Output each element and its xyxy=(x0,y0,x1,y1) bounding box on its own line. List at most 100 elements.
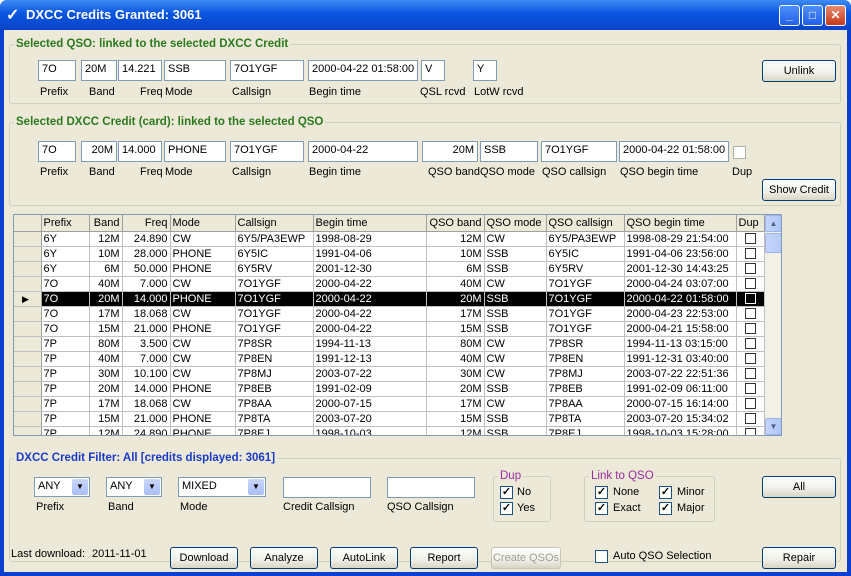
table-cell[interactable]: PHONE xyxy=(170,321,236,337)
table-cell[interactable]: 20M xyxy=(89,291,123,307)
qso-freq-field[interactable]: 14.221 xyxy=(118,60,162,81)
filter-band-select[interactable]: ANY ▼ xyxy=(106,477,162,497)
dup-cell[interactable] xyxy=(736,351,765,367)
dup-checkbox[interactable] xyxy=(744,308,756,320)
table-cell[interactable]: 6Y xyxy=(41,231,90,247)
table-cell[interactable]: 7P xyxy=(41,381,90,397)
table-cell[interactable]: 2000-04-22 xyxy=(313,306,427,322)
show-credit-button[interactable]: Show Credit xyxy=(762,179,836,201)
dup-checkbox[interactable] xyxy=(744,368,756,380)
table-cell[interactable]: 14.000 xyxy=(122,291,171,307)
table-row[interactable]: 6Y 10M 28.000 PHONE 6Y5IC 1991-04-06 10M SSB 6Y5… xyxy=(14,246,765,262)
table-cell[interactable]: 7O1YGF xyxy=(235,276,314,292)
dup-cell[interactable] xyxy=(736,246,765,262)
table-cell[interactable]: CW xyxy=(170,231,236,247)
table-cell[interactable]: 15M xyxy=(426,321,485,337)
table-cell[interactable]: 12M xyxy=(426,231,485,247)
qso-lotw-field[interactable]: Y xyxy=(473,60,497,81)
table-cell[interactable]: PHONE xyxy=(170,261,236,277)
table-cell[interactable]: 10M xyxy=(426,246,485,262)
table-row[interactable]: 7P 40M 7.000 CW 7P8EN 1991-12-13 40M CW 7P8EN 199… xyxy=(14,351,765,367)
table-cell[interactable]: 2000-07-15 xyxy=(313,396,427,412)
dup-checkbox[interactable] xyxy=(744,398,756,410)
table-row[interactable]: ▶ 7O 20M 14.000 PHONE 7O1YGF 2000-04-22 20M SSB 7… xyxy=(14,291,765,307)
table-cell[interactable]: 80M xyxy=(426,336,485,352)
table-cell[interactable]: 7P8TA xyxy=(235,411,314,427)
table-cell[interactable]: 3.500 xyxy=(122,336,171,352)
table-cell[interactable]: 6Y5IC xyxy=(546,246,625,262)
table-cell[interactable]: 7P8EB xyxy=(546,381,625,397)
scroll-thumb[interactable] xyxy=(765,233,781,253)
table-cell[interactable]: SSB xyxy=(484,411,547,427)
table-cell[interactable]: 7P xyxy=(41,396,90,412)
table-cell[interactable]: 7P8EJ xyxy=(235,426,314,435)
table-cell[interactable]: 30M xyxy=(89,366,123,382)
repair-button[interactable]: Repair xyxy=(762,547,836,569)
dup-cell[interactable] xyxy=(736,306,765,322)
credit-band-field[interactable]: 20M xyxy=(81,141,117,162)
qso-callsign-field[interactable]: 7O1YGF xyxy=(230,60,304,81)
auto-qso-checkbox[interactable] xyxy=(595,550,608,563)
table-row[interactable]: 7P 30M 10.100 CW 7P8MJ 2003-07-22 30M CW 7P8MJ 20… xyxy=(14,366,765,382)
table-cell[interactable]: 6Y5RV xyxy=(235,261,314,277)
col-header-qso-mode[interactable]: QSO mode xyxy=(484,215,547,232)
col-header-mode[interactable]: Mode xyxy=(170,215,236,232)
col-header-qso-begin[interactable]: QSO begin time xyxy=(624,215,737,232)
table-cell[interactable]: 1991-04-06 xyxy=(313,246,427,262)
table-cell[interactable]: 17M xyxy=(426,306,485,322)
row-header[interactable] xyxy=(14,306,42,322)
table-cell[interactable]: 10M xyxy=(89,246,123,262)
table-cell[interactable]: 2003-07-22 xyxy=(313,366,427,382)
minimize-button[interactable]: _ xyxy=(779,5,800,26)
qso-qsl-field[interactable]: V xyxy=(421,60,445,81)
row-header[interactable] xyxy=(14,396,42,412)
col-header-prefix[interactable]: Prefix xyxy=(41,215,90,232)
table-cell[interactable]: 24.890 xyxy=(122,426,171,435)
table-cell[interactable]: CW xyxy=(484,231,547,247)
table-cell[interactable]: 15M xyxy=(426,411,485,427)
table-cell[interactable]: 15M xyxy=(89,411,123,427)
table-cell[interactable]: 7P8SR xyxy=(546,336,625,352)
table-cell[interactable]: 7P xyxy=(41,336,90,352)
credit-begin-field[interactable]: 2000-04-22 xyxy=(308,141,418,162)
row-header[interactable] xyxy=(14,336,42,352)
credit-mode-field[interactable]: PHONE xyxy=(164,141,226,162)
credit-qso-band-field[interactable]: 20M xyxy=(422,141,478,162)
table-cell[interactable]: 2003-07-20 15:34:02 xyxy=(624,411,737,427)
dup-cell[interactable] xyxy=(736,396,765,412)
table-cell[interactable]: 7P8EN xyxy=(546,351,625,367)
chevron-down-icon[interactable]: ▼ xyxy=(144,479,160,495)
table-cell[interactable]: 2000-04-23 22:53:00 xyxy=(624,306,737,322)
col-header-band[interactable]: Band xyxy=(89,215,123,232)
grid-scrollbar[interactable]: ▲ ▼ xyxy=(765,215,781,435)
table-cell[interactable]: SSB xyxy=(484,321,547,337)
table-row[interactable]: 6Y 12M 24.890 CW 6Y5/PA3EWP 1998-08-29 12M CW 6Y… xyxy=(14,231,765,247)
table-cell[interactable]: 20M xyxy=(426,291,485,307)
table-cell[interactable]: 7O xyxy=(41,321,90,337)
filter-prefix-select[interactable]: ANY ▼ xyxy=(34,477,90,497)
table-cell[interactable]: 1994-11-13 xyxy=(313,336,427,352)
row-header[interactable] xyxy=(14,231,42,247)
table-row[interactable]: 6Y 6M 50.000 PHONE 6Y5RV 2001-12-30 6M SSB 6Y5RV… xyxy=(14,261,765,277)
qso-prefix-field[interactable]: 7O xyxy=(38,60,76,81)
dup-cell[interactable] xyxy=(736,321,765,337)
row-header[interactable] xyxy=(14,246,42,262)
table-cell[interactable]: 1998-10-03 15:28:00 xyxy=(624,426,737,435)
dup-no-checkbox[interactable]: ✓ xyxy=(500,486,513,499)
dup-cell[interactable] xyxy=(736,231,765,247)
filter-credit-callsign-input[interactable] xyxy=(283,477,371,498)
table-row[interactable]: 7P 12M 24.890 PHONE 7P8EJ 1998-10-03 12M SSB 7P8… xyxy=(14,426,765,435)
credit-prefix-field[interactable]: 7O xyxy=(38,141,76,162)
table-cell[interactable]: 10.100 xyxy=(122,366,171,382)
table-cell[interactable]: 1991-02-09 xyxy=(313,381,427,397)
create-qsos-button[interactable]: Create QSOs xyxy=(491,547,561,569)
table-cell[interactable]: CW xyxy=(484,396,547,412)
table-cell[interactable]: 7.000 xyxy=(122,276,171,292)
row-header[interactable] xyxy=(14,366,42,382)
table-cell[interactable]: 1998-10-03 xyxy=(313,426,427,435)
table-cell[interactable]: 2001-12-30 14:43:25 xyxy=(624,261,737,277)
table-row[interactable]: 7P 20M 14.000 PHONE 7P8EB 1991-02-09 20M SSB 7P8… xyxy=(14,381,765,397)
download-button[interactable]: Download xyxy=(170,547,238,569)
table-cell[interactable]: PHONE xyxy=(170,291,236,307)
row-header[interactable] xyxy=(14,411,42,427)
